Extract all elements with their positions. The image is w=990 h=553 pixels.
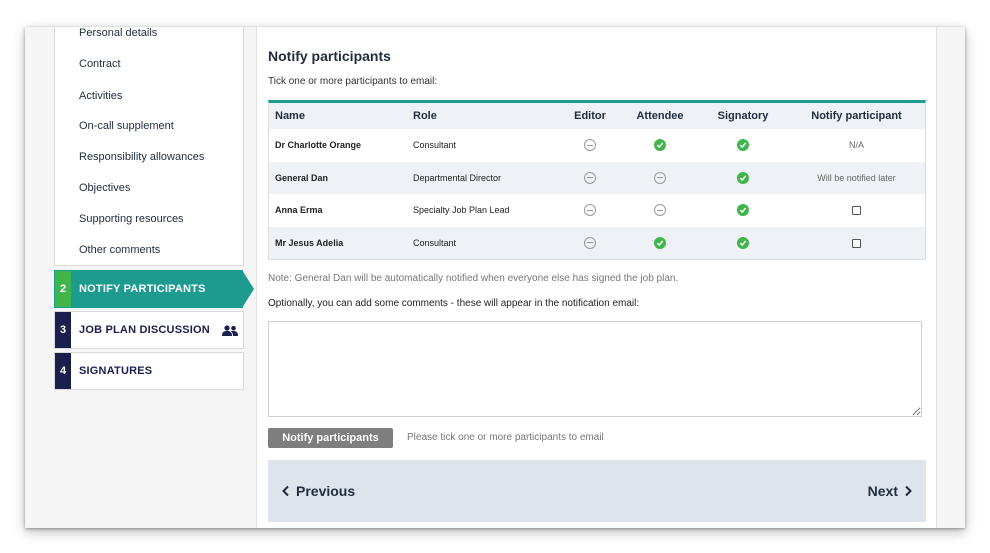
header-name: Name bbox=[269, 103, 407, 129]
table-row: Dr Charlotte Orange Consultant N/A bbox=[269, 129, 925, 162]
participant-name: Dr Charlotte Orange bbox=[269, 129, 407, 162]
page-title: Notify participants bbox=[268, 48, 391, 64]
step-label: NOTIFY PARTICIPANTS bbox=[79, 283, 206, 295]
check-circle-icon bbox=[654, 139, 666, 152]
sub-section-list: Personal details Contract Activities On-… bbox=[54, 27, 244, 266]
step-notify-participants[interactable]: 2 NOTIFY PARTICIPANTS bbox=[54, 270, 254, 308]
check-circle-icon bbox=[737, 171, 749, 184]
not-applicable-icon bbox=[584, 139, 596, 152]
not-applicable-icon bbox=[654, 204, 666, 217]
sub-item-supporting-resources[interactable]: Supporting resources bbox=[79, 213, 184, 225]
people-icon bbox=[221, 324, 238, 336]
next-label: Next bbox=[867, 483, 898, 499]
participant-name: Mr Jesus Adelia bbox=[269, 226, 407, 259]
participant-name: Anna Erma bbox=[269, 194, 407, 227]
table-row: Mr Jesus Adelia Consultant bbox=[269, 226, 925, 259]
notify-checkbox-jesus-adelia[interactable] bbox=[852, 238, 861, 248]
previous-label: Previous bbox=[296, 483, 356, 499]
header-role: Role bbox=[407, 103, 558, 129]
step-label: JOB PLAN DISCUSSION bbox=[79, 324, 210, 336]
notify-participants-button[interactable]: Notify participants bbox=[268, 428, 393, 448]
participants-table: Name Role Editor Attendee Signatory Noti… bbox=[268, 100, 926, 260]
check-circle-icon bbox=[737, 204, 749, 217]
step-signatures[interactable]: 4 SIGNATURES bbox=[54, 352, 244, 390]
not-applicable-icon bbox=[584, 204, 596, 217]
header-signatory: Signatory bbox=[698, 103, 788, 129]
check-circle-icon bbox=[737, 139, 749, 152]
notify-hint: Please tick one or more participants to … bbox=[407, 432, 604, 443]
notify-checkbox-anna-erma[interactable] bbox=[852, 206, 861, 216]
notify-status: N/A bbox=[788, 129, 925, 162]
auto-notify-note: Note: General Dan will be automatically … bbox=[268, 273, 679, 284]
page-subtitle: Tick one or more participants to email: bbox=[268, 76, 438, 87]
check-circle-icon bbox=[654, 236, 666, 249]
sub-item-objectives[interactable]: Objectives bbox=[79, 182, 130, 194]
chevron-right-icon bbox=[902, 485, 914, 497]
sidebar: Personal details Contract Activities On-… bbox=[54, 27, 285, 528]
not-applicable-icon bbox=[584, 236, 596, 249]
sub-item-contract[interactable]: Contract bbox=[79, 58, 121, 70]
not-applicable-icon bbox=[654, 171, 666, 184]
sub-item-other-comments[interactable]: Other comments bbox=[79, 244, 160, 256]
header-notify-participant: Notify participant bbox=[788, 103, 925, 129]
chevron-left-icon bbox=[280, 485, 292, 497]
sub-item-on-call-supplement[interactable]: On-call supplement bbox=[79, 120, 174, 132]
notify-status: Will be notified later bbox=[788, 161, 925, 194]
step-number: 3 bbox=[55, 312, 71, 348]
pager: Previous Next bbox=[268, 460, 926, 522]
sub-item-personal-details[interactable]: Personal details bbox=[79, 27, 157, 39]
participant-role: Specialty Job Plan Lead bbox=[407, 194, 558, 227]
comments-label: Optionally, you can add some comments - … bbox=[268, 298, 640, 309]
sub-item-responsibility-allowances[interactable]: Responsibility allowances bbox=[79, 151, 204, 163]
header-editor: Editor bbox=[558, 103, 622, 129]
step-number: 4 bbox=[55, 353, 71, 389]
table-row: General Dan Departmental Director Will b… bbox=[269, 161, 925, 194]
table-header-row: Name Role Editor Attendee Signatory Noti… bbox=[269, 103, 925, 129]
participant-role: Departmental Director bbox=[407, 161, 558, 194]
previous-button[interactable]: Previous bbox=[280, 483, 355, 499]
step-label: SIGNATURES bbox=[79, 365, 153, 377]
header-attendee: Attendee bbox=[622, 103, 698, 129]
main-content: Notify participants Tick one or more par… bbox=[256, 27, 937, 528]
check-circle-icon bbox=[737, 236, 749, 249]
not-applicable-icon bbox=[584, 171, 596, 184]
sub-item-activities[interactable]: Activities bbox=[79, 90, 122, 102]
app-window: Personal details Contract Activities On-… bbox=[25, 27, 965, 528]
step-number: 2 bbox=[55, 271, 71, 307]
table-row: Anna Erma Specialty Job Plan Lead bbox=[269, 194, 925, 227]
participant-role: Consultant bbox=[407, 226, 558, 259]
participant-role: Consultant bbox=[407, 129, 558, 162]
next-button[interactable]: Next bbox=[868, 483, 914, 499]
participant-name: General Dan bbox=[269, 161, 407, 194]
step-job-plan-discussion[interactable]: 3 JOB PLAN DISCUSSION bbox=[54, 311, 244, 349]
comments-textarea[interactable] bbox=[268, 321, 922, 417]
